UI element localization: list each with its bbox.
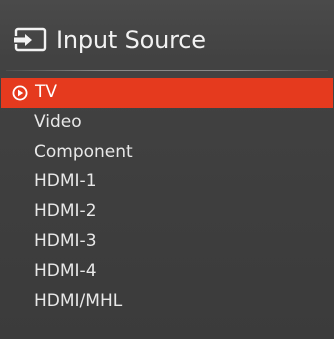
source-item-label: TV	[35, 82, 58, 102]
source-item-video[interactable]: Video	[0, 108, 334, 138]
source-item-label: HDMI-4	[34, 260, 97, 281]
input-source-panel: Input Source TV Video Component HDMI-1 H…	[0, 0, 334, 339]
source-item-tv[interactable]: TV	[1, 78, 333, 108]
panel-header: Input Source	[0, 0, 334, 66]
source-item-label: HDMI-3	[34, 230, 97, 251]
source-item-hdmi-mhl[interactable]: HDMI/MHL	[0, 287, 334, 317]
source-item-label: HDMI/MHL	[34, 290, 123, 311]
source-item-hdmi-4[interactable]: HDMI-4	[0, 257, 334, 287]
source-item-hdmi-3[interactable]: HDMI-3	[0, 227, 334, 257]
source-item-label: HDMI-1	[34, 171, 97, 192]
source-item-hdmi-2[interactable]: HDMI-2	[0, 197, 334, 227]
source-item-label: Component	[34, 141, 133, 162]
panel-title: Input Source	[56, 26, 206, 54]
source-list: TV Video Component HDMI-1 HDMI-2 HDMI-3 …	[0, 78, 334, 316]
source-item-component[interactable]: Component	[0, 138, 334, 168]
radio-selected-icon	[12, 85, 28, 101]
header-divider	[6, 70, 328, 71]
input-source-icon	[13, 27, 47, 52]
source-item-label: Video	[34, 111, 82, 132]
source-item-label: HDMI-2	[34, 201, 97, 222]
source-item-hdmi-1[interactable]: HDMI-1	[0, 167, 334, 197]
